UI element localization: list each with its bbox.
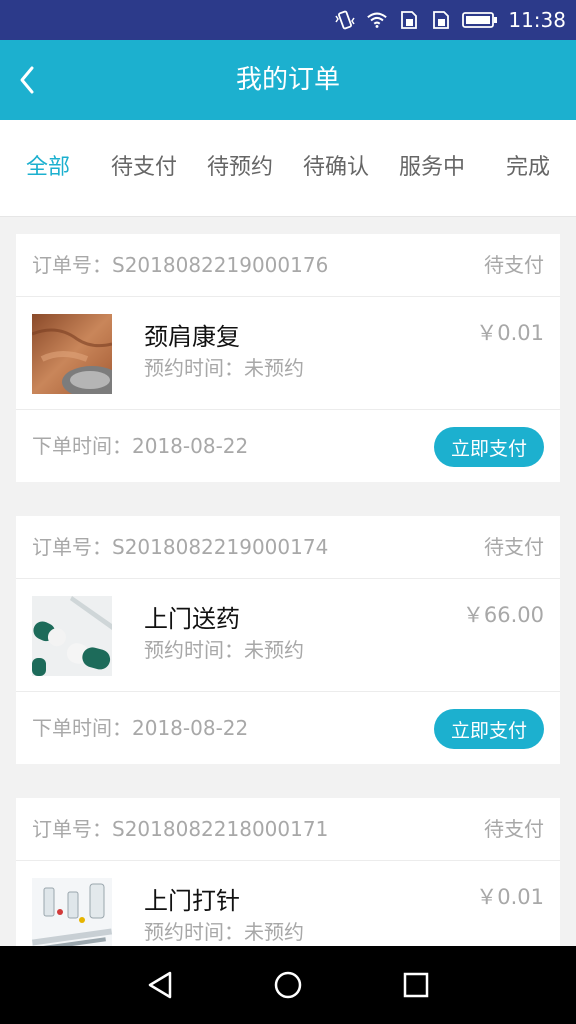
order-status: 待支付	[484, 535, 544, 559]
tab-all[interactable]: 全部	[0, 120, 96, 216]
vibrate-icon	[335, 10, 355, 30]
order-time: 下单时间：2018-08-22	[32, 716, 249, 740]
status-bar: 11:38	[0, 0, 576, 40]
order-card[interactable]: 订单号：S2018082219000174 待支付 上门送药 预约时间：未预约 …	[16, 516, 560, 764]
order-header: 订单号：S2018082219000174 待支付	[16, 516, 560, 579]
order-number: 订单号：S2018082219000176	[32, 253, 329, 277]
sim2-icon	[433, 11, 450, 29]
order-status: 待支付	[484, 253, 544, 277]
order-card[interactable]: 订单号：S2018082219000176 待支付 颈肩康复 预约时间：未预约 …	[16, 234, 560, 482]
order-status: 待支付	[484, 817, 544, 841]
recents-square-icon[interactable]	[396, 965, 436, 1005]
tab-pending-payment[interactable]: 待支付	[96, 120, 192, 216]
sim1-icon	[401, 11, 418, 29]
status-time: 11:38	[508, 8, 566, 32]
order-list: 订单号：S2018082219000176 待支付 颈肩康复 预约时间：未预约 …	[16, 234, 560, 1008]
service-thumbnail	[32, 596, 112, 676]
battery-icon	[462, 12, 498, 28]
order-number: 订单号：S2018082218000171	[32, 817, 329, 841]
home-circle-icon[interactable]	[268, 965, 308, 1005]
wifi-icon	[367, 12, 388, 28]
order-price: ￥66.00	[462, 603, 544, 627]
back-triangle-icon[interactable]	[140, 965, 180, 1005]
page-title: 我的订单	[235, 65, 340, 95]
order-header: 订单号：S2018082218000171 待支付	[16, 798, 560, 861]
pay-now-button[interactable]: 立即支付	[434, 709, 544, 749]
order-item[interactable]: 上门送药 预约时间：未预约 ￥66.00	[16, 579, 560, 692]
back-button[interactable]	[10, 56, 58, 104]
appointment-time: 预约时间：未预约	[144, 638, 304, 662]
service-name: 颈肩康复	[144, 323, 240, 351]
service-thumbnail	[32, 314, 112, 394]
order-price: ￥0.01	[476, 321, 544, 345]
appointment-time: 预约时间：未预约	[144, 920, 304, 944]
appointment-time: 预约时间：未预约	[144, 356, 304, 380]
order-price: ￥0.01	[476, 885, 544, 909]
tab-completed[interactable]: 完成	[480, 120, 576, 216]
order-tabs: 全部 待支付 待预约 待确认 服务中 完成	[0, 120, 576, 217]
pay-now-button[interactable]: 立即支付	[434, 427, 544, 467]
order-footer: 下单时间：2018-08-22 立即支付	[16, 410, 560, 482]
tab-pending-confirmation[interactable]: 待确认	[288, 120, 384, 216]
system-nav-bar	[0, 946, 576, 1024]
service-name: 上门送药	[144, 605, 240, 633]
order-time: 下单时间：2018-08-22	[32, 434, 249, 458]
tab-pending-appointment[interactable]: 待预约	[192, 120, 288, 216]
order-footer: 下单时间：2018-08-22 立即支付	[16, 692, 560, 764]
app-bar: 我的订单	[0, 40, 576, 120]
chevron-left-icon	[20, 66, 34, 94]
order-item[interactable]: 颈肩康复 预约时间：未预约 ￥0.01	[16, 297, 560, 410]
order-header: 订单号：S2018082219000176 待支付	[16, 234, 560, 297]
order-number: 订单号：S2018082219000174	[32, 535, 329, 559]
service-name: 上门打针	[144, 887, 240, 915]
tab-in-service[interactable]: 服务中	[384, 120, 480, 216]
